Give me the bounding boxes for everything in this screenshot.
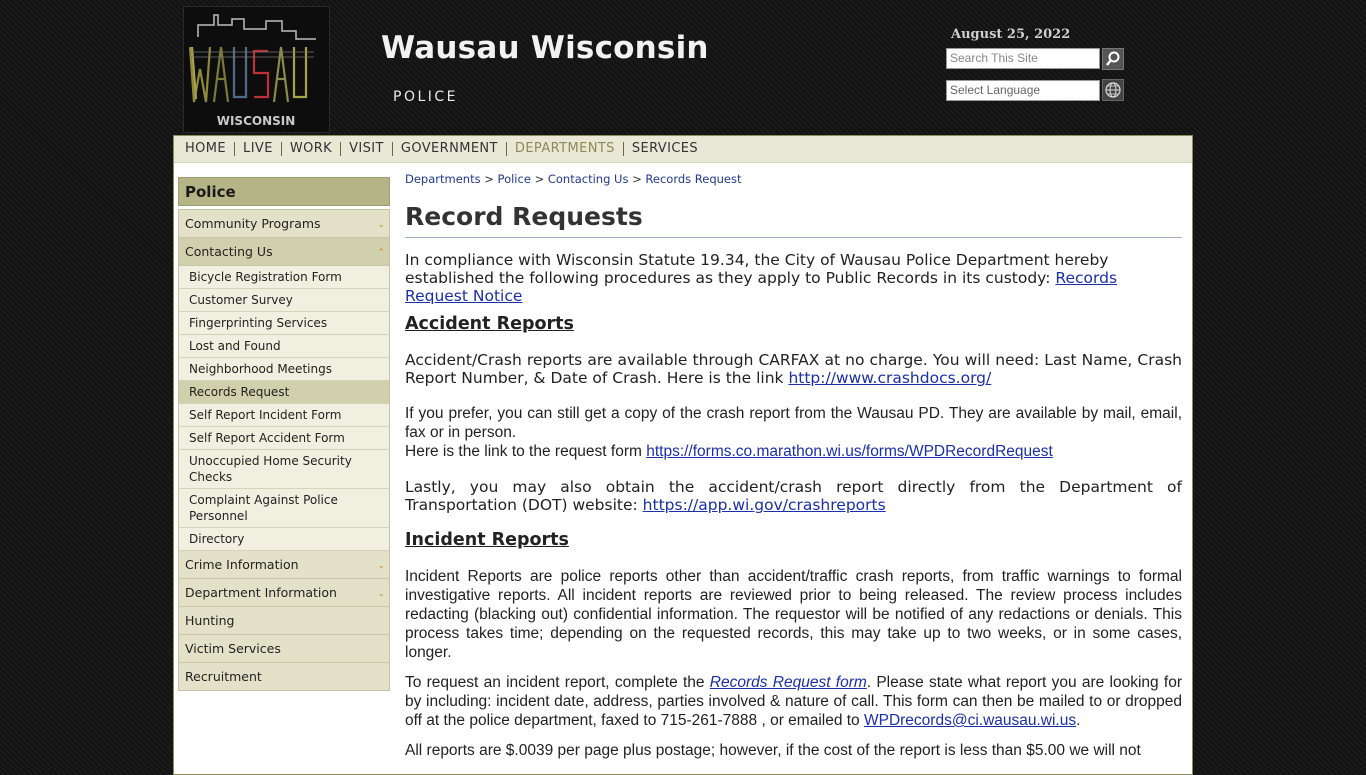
sidebar-item-label: Contacting Us: [185, 244, 273, 259]
breadcrumb-departments[interactable]: Departments: [405, 172, 481, 186]
top-navigation: HOME LIVE WORK VISIT GOVERNMENT DEPARTME…: [174, 136, 1192, 163]
subitem-customer-survey[interactable]: Customer Survey: [179, 289, 389, 312]
dot-crashreports-link[interactable]: https://app.wi.gov/crashreports: [643, 496, 886, 514]
sidebar-item-contacting-us[interactable]: Contacting Us ⌃: [179, 238, 389, 266]
nav-services[interactable]: SERVICES: [624, 142, 706, 156]
incident-p2-end: .: [1076, 712, 1081, 729]
site-title[interactable]: Wausau Wisconsin: [381, 30, 709, 66]
logo-subtext: WISCONSIN: [217, 114, 296, 128]
sidebar-item-hunting[interactable]: Hunting: [179, 607, 389, 635]
incident-reports-heading: Incident Reports: [405, 530, 569, 550]
intro-paragraph: In compliance with Wisconsin Statute 19.…: [405, 251, 1182, 305]
accident-paragraph-2: If you prefer, you can still get a copy …: [405, 404, 1182, 461]
globe-icon: [1105, 82, 1121, 98]
search-icon: [1106, 51, 1120, 66]
subitem-self-report-accident[interactable]: Self Report Accident Form: [179, 427, 389, 450]
nav-home[interactable]: HOME: [177, 142, 236, 156]
nav-visit[interactable]: VISIT: [341, 142, 393, 156]
sidebar-item-label: Hunting: [185, 613, 235, 628]
nav-live[interactable]: LIVE: [235, 142, 282, 156]
sidebar-heading[interactable]: Police: [178, 177, 390, 206]
intro-text: In compliance with Wisconsin Statute 19.…: [405, 251, 1109, 287]
breadcrumb-police[interactable]: Police: [498, 172, 531, 186]
sidebar-item-crime-information[interactable]: Crime Information ⌄: [179, 551, 389, 579]
sidebar-item-community-programs[interactable]: Community Programs ⌄: [179, 210, 389, 238]
chevron-down-icon[interactable]: ⌄: [377, 559, 385, 574]
subitem-bicycle-registration[interactable]: Bicycle Registration Form: [179, 266, 389, 289]
wpd-records-email-link[interactable]: WPDrecords@ci.wausau.wi.us: [864, 712, 1076, 729]
subitem-unoccupied-home[interactable]: Unoccupied Home Security Checks: [179, 450, 389, 489]
breadcrumb: Departments > Police > Contacting Us > R…: [405, 172, 1182, 186]
site-logo[interactable]: WISCONSIN: [183, 6, 330, 133]
records-request-form-link[interactable]: Records Request form: [710, 674, 867, 691]
sidebar-item-label: Crime Information: [185, 557, 299, 572]
main-container: HOME LIVE WORK VISIT GOVERNMENT DEPARTME…: [173, 135, 1193, 775]
sidebar-item-label: Victim Services: [185, 641, 281, 656]
accident-reports-heading: Accident Reports: [405, 314, 574, 334]
chevron-up-icon[interactable]: ⌃: [377, 246, 385, 261]
sidebar-item-victim-services[interactable]: Victim Services: [179, 635, 389, 663]
page-title: Record Requests: [405, 202, 1182, 238]
subitem-self-report-incident[interactable]: Self Report Incident Form: [179, 404, 389, 427]
subitem-complaint[interactable]: Complaint Against Police Personnel: [179, 489, 389, 528]
incident-paragraph-3: All reports are $.0039 per page plus pos…: [405, 742, 1141, 759]
subitem-lost-and-found[interactable]: Lost and Found: [179, 335, 389, 358]
language-select[interactable]: Select Language: [946, 80, 1100, 101]
breadcrumb-separator: >: [534, 172, 545, 186]
breadcrumb-records-request[interactable]: Records Request: [645, 172, 741, 186]
incident-paragraph-1: Incident Reports are police reports othe…: [405, 568, 1182, 661]
sidebar-item-label: Department Information: [185, 585, 337, 600]
current-date: August 25, 2022: [951, 27, 1071, 42]
main-content: Departments > Police > Contacting Us > R…: [405, 172, 1182, 760]
sidebar-menu: Community Programs ⌄ Contacting Us ⌃ Bic…: [178, 209, 390, 691]
wpd-record-request-link[interactable]: https://forms.co.marathon.wi.us/forms/WP…: [646, 443, 1053, 460]
accident-paragraph-3: Lastly, you may also obtain the accident…: [405, 478, 1182, 514]
subitem-directory[interactable]: Directory: [179, 528, 389, 551]
breadcrumb-contacting-us[interactable]: Contacting Us: [548, 172, 629, 186]
sidebar-item-recruitment[interactable]: Recruitment: [179, 663, 389, 690]
wausau-logo-graphic: WISCONSIN: [188, 14, 316, 128]
nav-work[interactable]: WORK: [282, 142, 342, 156]
nav-government[interactable]: GOVERNMENT: [393, 142, 507, 156]
sidebar: Police Community Programs ⌄ Contacting U…: [178, 177, 390, 691]
search-input[interactable]: Search This Site: [946, 48, 1100, 69]
incident-paragraph-2: To request an incident report, complete …: [405, 673, 1182, 730]
sidebar-item-label: Community Programs: [185, 216, 321, 231]
sidebar-item-department-information[interactable]: Department Information ⌄: [179, 579, 389, 607]
subitem-records-request[interactable]: Records Request: [179, 381, 389, 404]
accident-p2b-text: Here is the link to the request form: [405, 443, 647, 460]
nav-departments[interactable]: DEPARTMENTS: [507, 142, 624, 156]
accident-paragraph-1: Accident/Crash reports are available thr…: [405, 351, 1182, 387]
crashdocs-link[interactable]: http://www.crashdocs.org/: [788, 369, 991, 387]
subitem-fingerprinting[interactable]: Fingerprinting Services: [179, 312, 389, 335]
incident-p2-text-a: To request an incident report, complete …: [405, 674, 710, 691]
sidebar-item-label: Recruitment: [185, 669, 262, 684]
subitem-neighborhood-meetings[interactable]: Neighborhood Meetings: [179, 358, 389, 381]
breadcrumb-separator: >: [484, 172, 494, 186]
chevron-down-icon[interactable]: ⌄: [377, 218, 385, 233]
translate-button[interactable]: [1102, 79, 1124, 101]
accident-p2-text: If you prefer, you can still get a copy …: [405, 405, 1182, 441]
breadcrumb-separator: >: [632, 172, 642, 186]
chevron-down-icon[interactable]: ⌄: [377, 587, 385, 602]
site-subtitle: POLICE: [393, 89, 459, 105]
search-button[interactable]: [1102, 48, 1124, 70]
